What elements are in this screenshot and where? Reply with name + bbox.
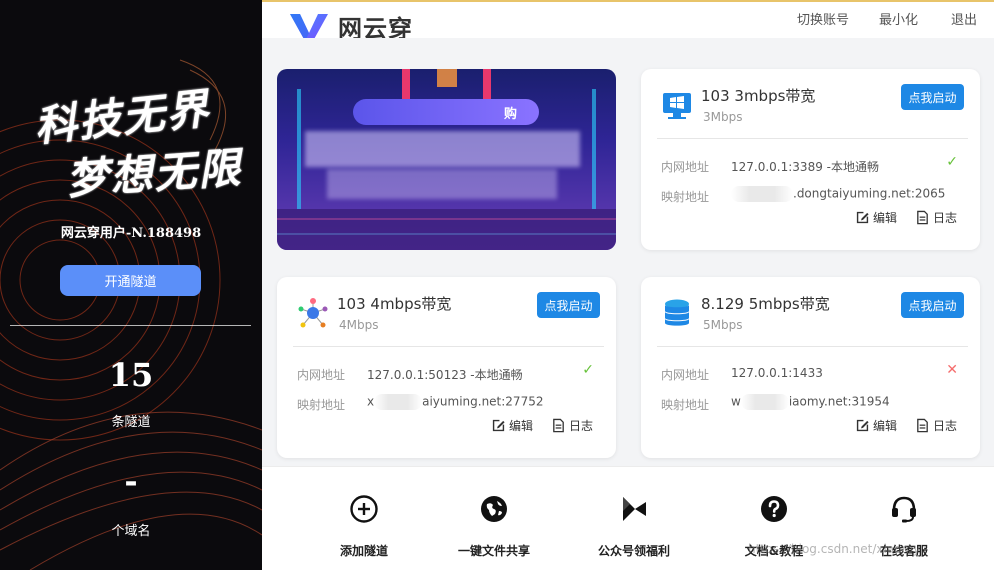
network-nodes-icon bbox=[298, 298, 328, 328]
local-address-label: 内网地址 bbox=[661, 368, 710, 382]
tunnel-speed: 3Mbps bbox=[703, 110, 743, 124]
mapped-address-label: 映射地址 bbox=[661, 190, 710, 204]
username: 网云穿用户-N.188498 bbox=[60, 226, 202, 241]
file-share-label: 一键文件共享 bbox=[457, 544, 530, 558]
mapped-address[interactable]: .dongtaiyuming.net:2065 bbox=[731, 186, 945, 202]
log-label: 日志 bbox=[569, 419, 594, 433]
edit-icon bbox=[492, 419, 505, 432]
domain-count: - bbox=[124, 462, 138, 500]
globe-share-icon bbox=[481, 496, 507, 522]
mapped-address[interactable]: x aiyuming.net:27752 bbox=[367, 394, 543, 410]
redacted-mask bbox=[740, 394, 789, 410]
start-tunnel-button[interactable]: 点我启动 bbox=[537, 292, 600, 318]
start-tunnel-button[interactable]: 点我启动 bbox=[901, 292, 964, 318]
tunnel-card: 103 3mbps带宽 3Mbps 点我启动 内网地址 127.0.0.1:33… bbox=[641, 69, 980, 250]
edit-icon bbox=[856, 211, 869, 224]
edit-button[interactable]: 编辑 bbox=[855, 417, 897, 434]
log-icon bbox=[917, 418, 928, 433]
tunnel-title: 103 3mbps带宽 bbox=[701, 87, 816, 105]
promo-banner[interactable]: 购 bbox=[277, 69, 616, 250]
banner-pill: 购 bbox=[353, 99, 539, 125]
logout-link[interactable]: 退出 bbox=[951, 9, 977, 28]
edit-icon bbox=[856, 419, 869, 432]
log-button[interactable]: 日志 bbox=[915, 209, 957, 226]
card-divider bbox=[293, 346, 604, 347]
edit-label: 编辑 bbox=[509, 419, 534, 433]
local-address-value: 127.0.0.1:1433 bbox=[731, 366, 823, 380]
mapped-address-label: 映射地址 bbox=[661, 398, 710, 412]
edit-button[interactable]: 编辑 bbox=[491, 417, 533, 434]
mapped-address-prefix: w bbox=[731, 394, 741, 409]
log-label: 日志 bbox=[933, 211, 958, 225]
mapped-address-value: .dongtaiyuming.net:2065 bbox=[793, 186, 946, 201]
local-address-label: 内网地址 bbox=[297, 368, 346, 382]
add-tunnel-button[interactable]: 添加隧道 bbox=[309, 494, 419, 559]
file-share-button[interactable]: 一键文件共享 bbox=[439, 494, 549, 559]
slogan-line-2: 梦想无限 bbox=[64, 142, 244, 205]
tunnel-title: 8.129 5mbps带宽 bbox=[701, 295, 830, 313]
tunnel-title: 103 4mbps带宽 bbox=[337, 295, 452, 313]
mapped-address-value: iaomy.net:31954 bbox=[788, 394, 890, 409]
tunnel-speed: 5Mbps bbox=[703, 318, 743, 332]
tunnel-speed: 4Mbps bbox=[339, 318, 379, 332]
sidebar-divider bbox=[10, 325, 251, 326]
log-icon bbox=[553, 418, 564, 433]
redacted-mask bbox=[731, 186, 793, 202]
edit-button[interactable]: 编辑 bbox=[855, 209, 897, 226]
mapped-address[interactable]: w iaomy.net:31954 bbox=[731, 394, 890, 410]
log-button[interactable]: 日志 bbox=[915, 417, 957, 434]
minimize-link[interactable]: 最小化 bbox=[879, 9, 918, 28]
redacted-mask bbox=[374, 394, 423, 410]
banner-blurred-text bbox=[327, 169, 557, 199]
tunnel-count: 15 bbox=[108, 356, 154, 394]
watermark: https://blog.csdn.net/xiaomy bbox=[748, 542, 921, 556]
database-icon bbox=[665, 299, 689, 326]
card-divider bbox=[657, 346, 968, 347]
wechat-official-icon bbox=[623, 497, 646, 521]
status-ok-icon: ✓ bbox=[946, 154, 958, 170]
local-address-label: 内网地址 bbox=[661, 160, 710, 174]
card-divider bbox=[657, 138, 968, 139]
official-account-label: 公众号领福利 bbox=[597, 544, 670, 558]
switch-account-link[interactable]: 切换账号 bbox=[797, 9, 849, 28]
sidebar: 科技无界 梦想无限 网云穿用户-N.188498 开通隧道 15 条隧道 - 个… bbox=[0, 0, 262, 570]
tunnel-card: 103 4mbps带宽 4Mbps 点我启动 内网地址 127.0.0.1:50… bbox=[277, 277, 616, 458]
mapped-address-value: aiyuming.net:27752 bbox=[422, 394, 544, 409]
help-icon bbox=[761, 496, 787, 522]
log-button[interactable]: 日志 bbox=[551, 417, 593, 434]
windows-monitor-icon bbox=[663, 93, 691, 119]
add-tunnel-label: 添加隧道 bbox=[339, 544, 388, 558]
local-address-value: 127.0.0.1:3389 -本地通畅 bbox=[731, 160, 879, 174]
mapped-address-label: 映射地址 bbox=[297, 398, 346, 412]
domain-count-label: 个域名 bbox=[111, 524, 151, 539]
status-ok-icon: ✓ bbox=[582, 362, 594, 378]
log-label: 日志 bbox=[933, 419, 958, 433]
start-tunnel-button[interactable]: 点我启动 bbox=[901, 84, 964, 110]
open-tunnel-button[interactable]: 开通隧道 bbox=[60, 265, 201, 296]
tunnel-count-label: 条隧道 bbox=[111, 415, 151, 430]
banner-blurred-text bbox=[305, 131, 580, 167]
status-error-icon: ✕ bbox=[946, 362, 958, 378]
edit-label: 编辑 bbox=[873, 211, 898, 225]
mapped-address-prefix: x bbox=[367, 394, 375, 409]
headset-icon bbox=[892, 496, 916, 523]
local-address-value: 127.0.0.1:50123 -本地通畅 bbox=[367, 368, 523, 382]
edit-label: 编辑 bbox=[873, 419, 898, 433]
official-account-button[interactable]: 公众号领福利 bbox=[579, 494, 689, 559]
tunnel-card: 8.129 5mbps带宽 5Mbps 点我启动 内网地址 127.0.0.1:… bbox=[641, 277, 980, 458]
log-icon bbox=[917, 210, 928, 225]
add-circle-icon bbox=[350, 495, 378, 523]
